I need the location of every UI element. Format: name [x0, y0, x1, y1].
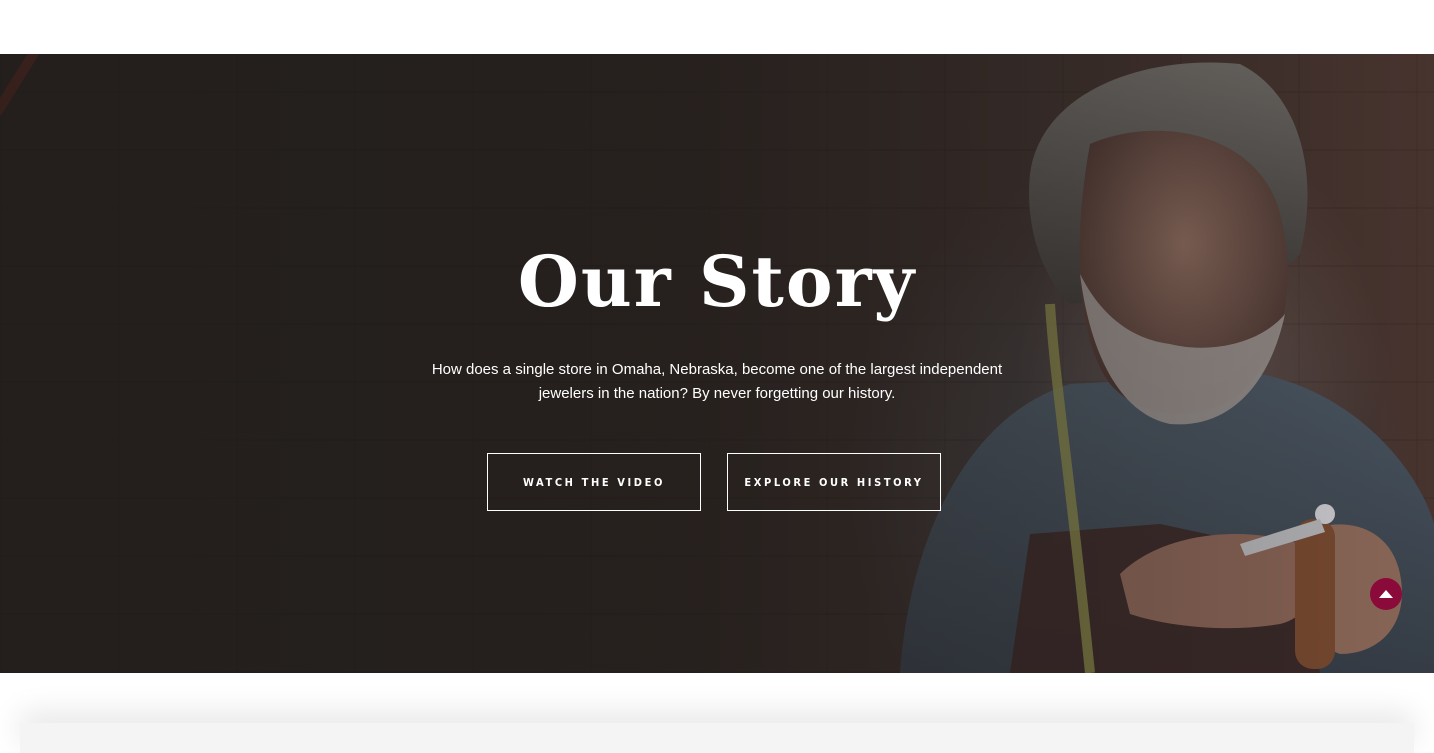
hero-description: How does a single store in Omaha, Nebras…	[431, 361, 1003, 402]
explore-history-button[interactable]: EXPLORE OUR HISTORY	[727, 453, 941, 511]
watch-video-button[interactable]: WATCH THE VIDEO	[487, 453, 701, 511]
top-header-bar	[0, 0, 1434, 54]
scroll-to-top-button[interactable]	[1370, 578, 1402, 610]
page-title: Our Story	[517, 240, 917, 323]
chevron-up-icon	[1379, 590, 1393, 598]
next-section	[0, 673, 1434, 753]
hero-section: Our Story How does a single store in Oma…	[0, 54, 1434, 673]
card-edge	[20, 723, 1414, 753]
